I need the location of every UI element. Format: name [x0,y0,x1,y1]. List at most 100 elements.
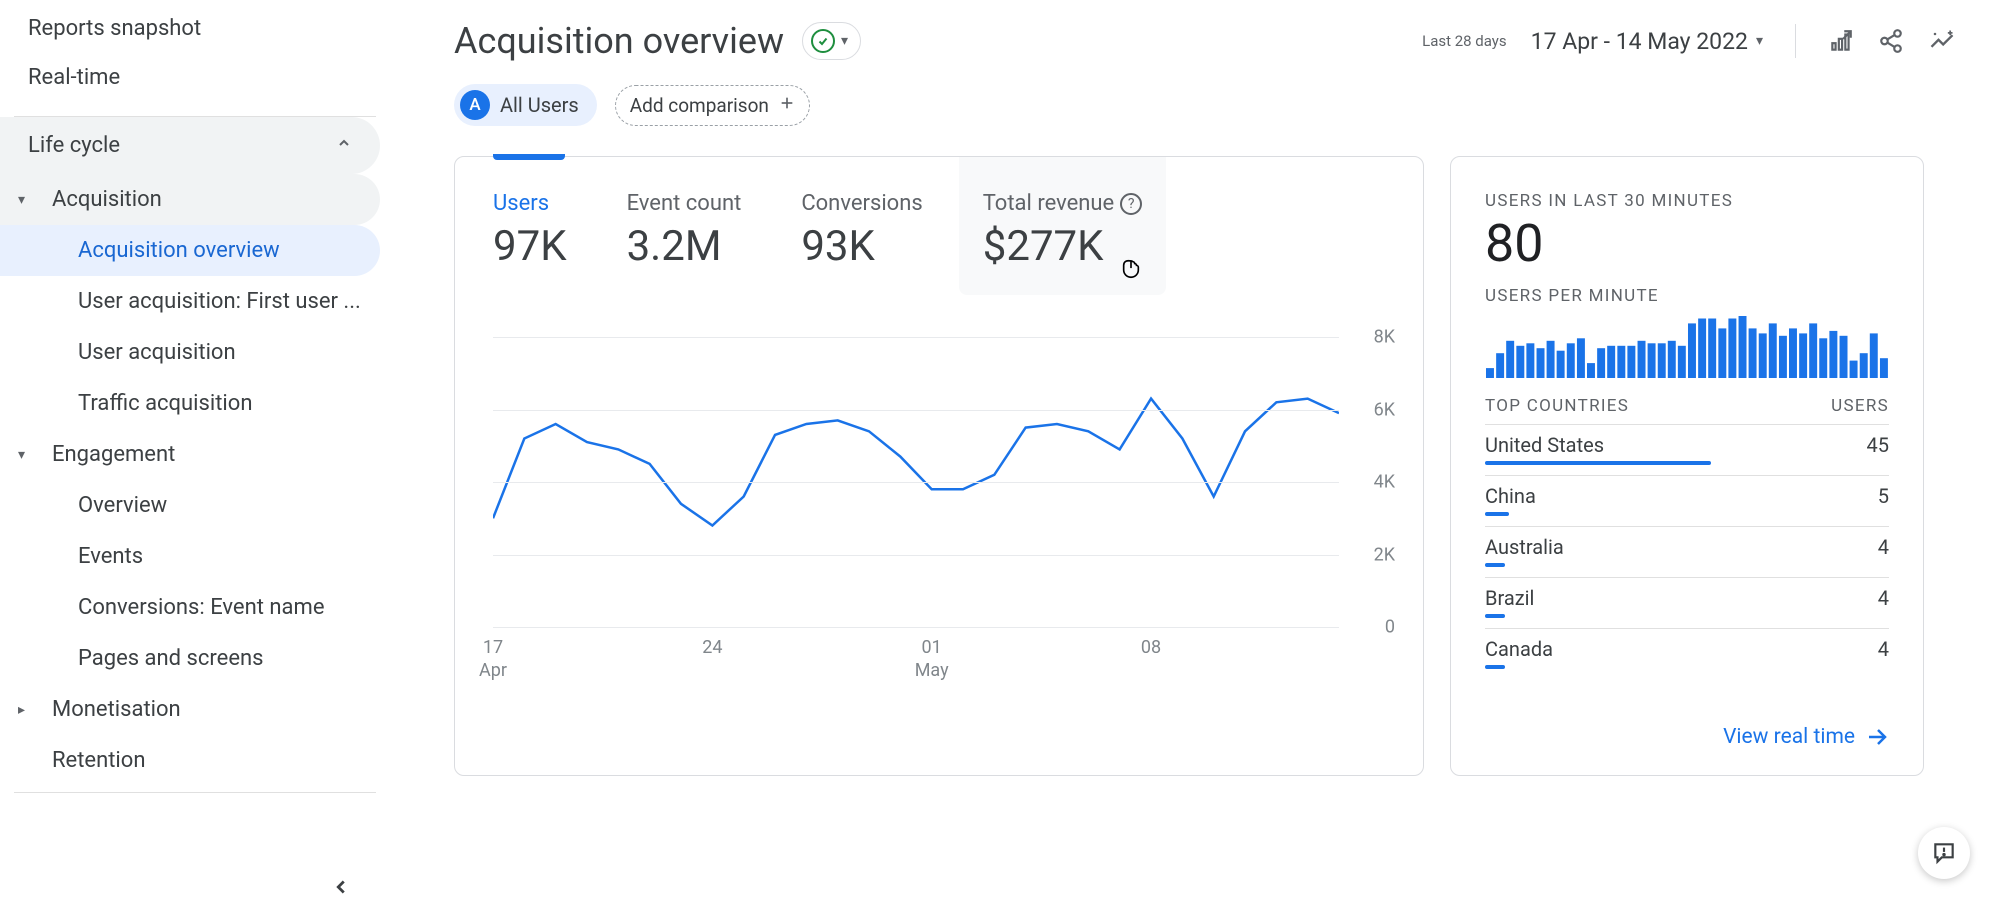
metric-total-revenue[interactable]: Total revenue? $277K [959,157,1166,295]
add-comparison-button[interactable]: Add comparison [615,85,810,126]
main: Acquisition overview ▾ Last 28 days 17 A… [390,0,2000,909]
chevron-up-icon [336,135,352,156]
feedback-button[interactable] [1918,827,1970,879]
date-preset-label: Last 28 days [1422,32,1507,50]
date-range-text: 17 Apr - 14 May 2022 [1531,28,1748,55]
sidebar-item-conversions-event-name[interactable]: Conversions: Event name [0,582,380,633]
x-axis-tick: 24 [702,637,722,660]
metric-event-count[interactable]: Event count 3.2M [627,191,742,295]
help-icon[interactable]: ? [1120,193,1142,215]
top-countries-header: TOP COUNTRIES [1485,396,1629,416]
country-bar [1485,512,1509,516]
status-chip[interactable]: ▾ [802,22,861,60]
active-metric-indicator [493,154,565,160]
users-per-minute-label: USERS PER MINUTE [1485,286,1889,306]
share-icon[interactable] [1878,28,1904,54]
country-row: China 5 [1485,475,1889,526]
collapse-sidebar-button[interactable] [330,872,352,905]
sidebar-item-overview[interactable]: Overview [0,480,380,531]
country-row: Australia 4 [1485,526,1889,577]
country-bar [1485,461,1711,465]
realtime-card: USERS IN LAST 30 MINUTES 80 USERS PER MI… [1450,156,1924,776]
country-row: United States 45 [1485,424,1889,475]
sidebar-item-acquisition[interactable]: ▾ Acquisition [0,174,380,225]
view-real-time-label: View real time [1723,725,1855,749]
sidebar-item-reports-snapshot[interactable]: Reports snapshot [0,4,390,53]
segment-all-users[interactable]: A All Users [454,84,597,126]
check-circle-icon [811,29,835,53]
chevron-down-icon: ▾ [1756,33,1763,49]
sidebar-item-retention[interactable]: Retention [0,735,380,786]
overview-card: Users 97K Event count 3.2M Conversions 93K Tot… [454,156,1424,776]
y-axis-tick: 8K [1374,327,1395,348]
sidebar-item-monetisation[interactable]: ▸ Monetisation [0,684,380,735]
realtime-users-count: 80 [1485,213,1889,274]
x-axis-tick: 08 [1141,637,1161,660]
country-bar [1485,665,1505,669]
sidebar-item-acquisition-overview[interactable]: Acquisition overview [0,225,380,276]
sidebar-item-user-acquisition[interactable]: User acquisition [0,327,380,378]
users-line-chart: 8K6K4K2K0 17 Apr2401 May08 [493,337,1395,745]
y-axis-tick: 0 [1385,617,1395,638]
title-row: Acquisition overview ▾ Last 28 days 17 A… [454,20,1956,62]
sidebar-item-events[interactable]: Events [0,531,380,582]
country-users: 5 [1878,484,1889,508]
sidebar-item-label: Engagement [52,442,175,467]
x-axis-tick: 17 Apr [479,637,507,682]
insights-icon[interactable] [1928,27,1956,55]
page-title: Acquisition overview [454,20,784,62]
country-users: 4 [1878,637,1889,661]
sidebar-item-label: Acquisition [52,187,162,212]
triangle-right-icon: ▸ [18,702,25,718]
sidebar-item-pages-and-screens[interactable]: Pages and screens [0,633,380,684]
metric-label: Conversions [801,191,922,216]
country-bar [1485,614,1505,618]
sidebar-item-engagement[interactable]: ▾Engagement [0,429,380,480]
metric-label: Event count [627,191,742,216]
country-row: Brazil 4 [1485,577,1889,628]
sidebar-item-user-acquisition-first-user[interactable]: User acquisition: First user ... [0,276,380,327]
metric-value: $277K [983,222,1142,271]
metric-value: 3.2M [627,222,742,271]
metric-label: Users [493,191,549,216]
triangle-down-icon: ▾ [18,192,25,208]
country-name: Australia [1485,535,1564,559]
sidebar-item-label: Monetisation [52,697,181,722]
realtime-title: USERS IN LAST 30 MINUTES [1485,191,1889,211]
country-users: 45 [1867,433,1889,457]
metric-value: 93K [801,222,922,271]
country-users: 4 [1878,535,1889,559]
plus-icon [779,95,795,116]
country-row: Canada 4 [1485,628,1889,679]
divider [1795,24,1796,58]
date-range-picker[interactable]: 17 Apr - 14 May 2022 ▾ [1531,28,1763,55]
users-per-minute-chart [1485,316,1889,378]
country-name: Brazil [1485,586,1534,610]
users-column-header: USERS [1831,396,1889,416]
x-axis-tick: 01 May [915,637,949,682]
add-comparison-label: Add comparison [630,94,769,117]
sidebar-item-label: Retention [52,748,145,773]
sidebar-item-traffic-acquisition[interactable]: Traffic acquisition [0,378,380,429]
y-axis-tick: 4K [1374,472,1395,493]
segment-label: All Users [500,93,579,117]
country-users: 4 [1878,586,1889,610]
metric-value: 97K [493,222,567,271]
chevron-down-icon: ▾ [841,33,848,49]
customize-report-icon[interactable] [1828,28,1854,54]
sidebar-divider [14,792,376,793]
segments-row: A All Users Add comparison [454,84,1956,126]
country-name: Canada [1485,637,1553,661]
country-name: United States [1485,433,1604,457]
sidebar-section-life-cycle[interactable]: Life cycle [0,117,380,174]
country-name: China [1485,484,1536,508]
sidebar: Reports snapshotReal-time Life cycle ▾ Ac… [0,0,390,909]
view-real-time-link[interactable]: View real time [1723,725,1889,749]
metric-users[interactable]: Users 97K [493,191,567,295]
segment-badge: A [460,90,490,120]
metric-conversions[interactable]: Conversions 93K [801,191,922,295]
sidebar-section-label: Life cycle [28,133,120,158]
metric-label: Total revenue [983,191,1114,216]
y-axis-tick: 2K [1374,544,1395,565]
sidebar-item-real-time[interactable]: Real-time [0,53,390,102]
